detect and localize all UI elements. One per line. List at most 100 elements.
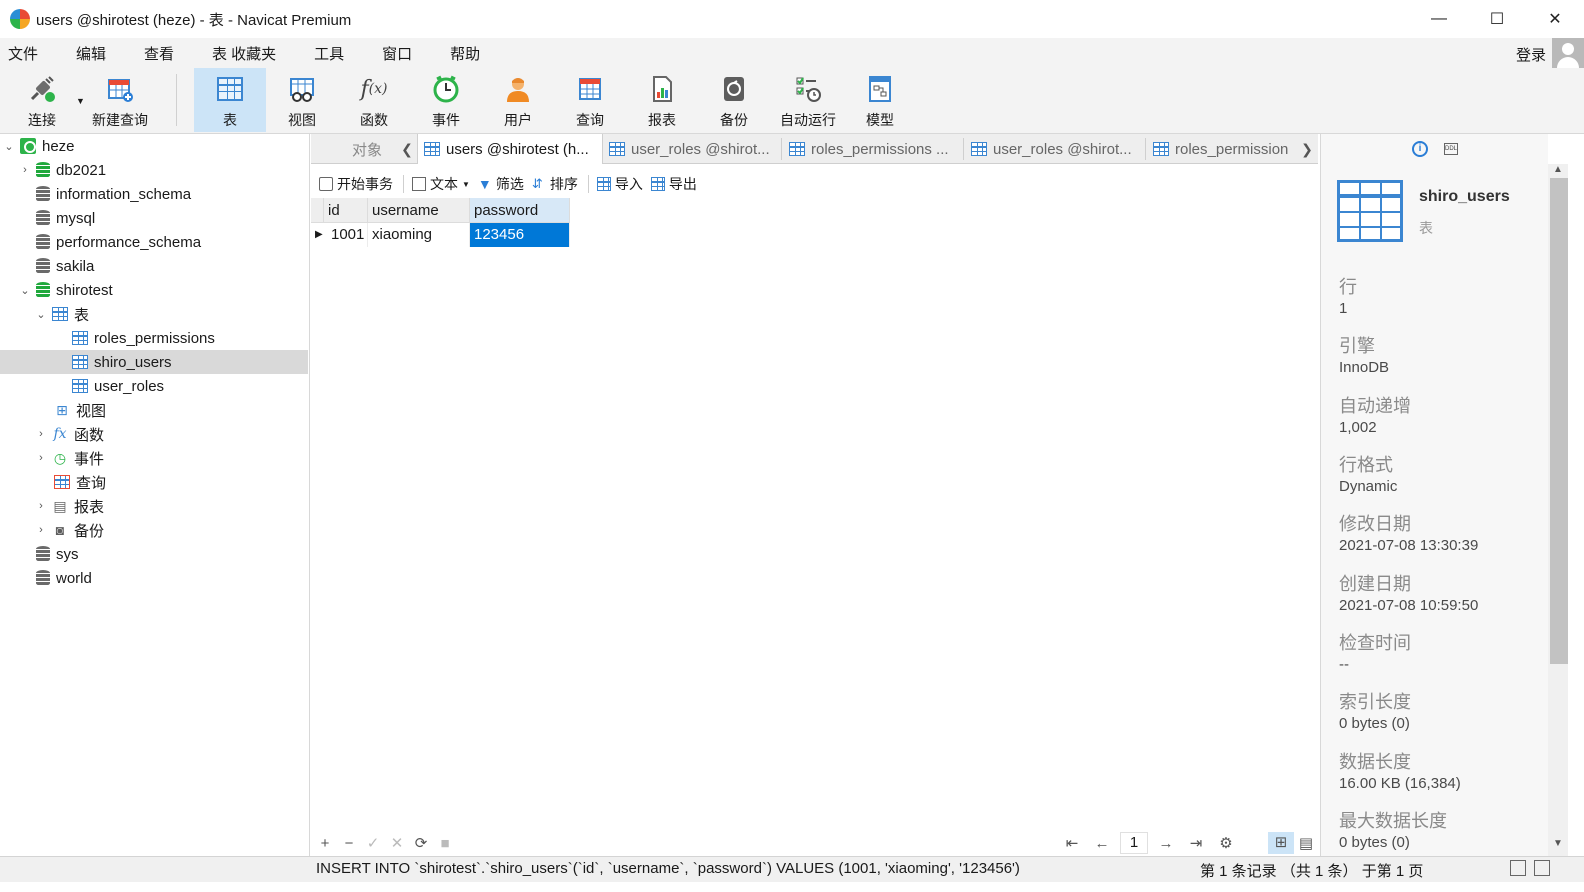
maximize-button[interactable]: ☐ <box>1468 0 1526 38</box>
function-button[interactable]: f (x) 函数 <box>338 68 410 132</box>
tab-label: users @shirotest (h... <box>446 140 589 158</box>
tree-db-performance-schema[interactable]: performance_schema <box>0 230 308 254</box>
tree-folder-queries[interactable]: 查询 <box>0 470 308 494</box>
user-avatar-icon[interactable] <box>1552 38 1584 70</box>
new-query-button[interactable]: 新建查询 <box>84 68 156 132</box>
tree-table-roles-permissions[interactable]: roles_permissions <box>0 326 308 350</box>
filter-button[interactable]: ▼ 筛选 <box>478 174 524 194</box>
menu-table[interactable]: 表 <box>204 43 231 64</box>
menu-tools[interactable]: 工具 <box>306 43 356 64</box>
chevron-up-icon[interactable]: ▲ <box>1548 164 1568 178</box>
tree-db-shirotest[interactable]: ⌄ shirotest <box>0 278 308 302</box>
sort-button[interactable]: ⇵ 排序 <box>532 174 578 194</box>
chevron-down-icon[interactable]: ⌄ <box>2 140 16 153</box>
tree-folder-reports[interactable]: › ▤ 报表 <box>0 494 308 518</box>
refresh-button[interactable]: ⟳ <box>409 834 433 852</box>
tree-table-shiro-users[interactable]: shiro_users <box>0 350 308 374</box>
event-label: 事件 <box>432 112 460 128</box>
add-record-button[interactable]: + <box>313 835 337 852</box>
view-label: 视图 <box>288 112 316 128</box>
panel-layout-icon[interactable] <box>1510 860 1526 876</box>
chevron-down-icon[interactable]: ▼ <box>1548 838 1568 852</box>
form-view-icon[interactable]: ▤ <box>1294 834 1318 852</box>
cell-username[interactable]: xiaoming <box>368 223 470 247</box>
tab-objects[interactable]: 对象 <box>339 134 395 164</box>
settings-gear-icon[interactable]: ⚙ <box>1214 834 1238 852</box>
user-button[interactable]: 用户 <box>482 68 554 132</box>
menu-help[interactable]: 帮助 <box>442 43 492 64</box>
tab-roles-permissions[interactable]: roles_permissions ... <box>783 134 963 164</box>
menu-view[interactable]: 查看 <box>136 43 186 64</box>
automation-button[interactable]: 自动运行 <box>772 68 844 132</box>
first-page-button[interactable]: ⇤ <box>1060 834 1084 852</box>
tree-folder-functions[interactable]: › fx 函数 <box>0 422 308 446</box>
info-icon[interactable]: i <box>1412 141 1428 157</box>
chevron-down-icon[interactable]: ⌄ <box>34 308 48 321</box>
menu-edit[interactable]: 编辑 <box>68 43 118 64</box>
text-button[interactable]: 文本 ▼ <box>412 174 470 194</box>
scrollbar-thumb[interactable] <box>1550 178 1568 664</box>
view-icon <box>287 74 317 104</box>
tree-db-db2021[interactable]: › db2021 <box>0 158 308 182</box>
apply-changes-button[interactable]: ✓ <box>361 834 385 852</box>
chevron-down-icon[interactable]: ⌄ <box>18 284 32 297</box>
grid-view-icon[interactable]: ⊞ <box>1268 832 1294 854</box>
discard-changes-button[interactable]: ✕ <box>385 834 409 852</box>
close-button[interactable]: ✕ <box>1526 0 1584 38</box>
previous-page-button[interactable]: ← <box>1090 835 1114 852</box>
model-button[interactable]: 模型 <box>844 68 916 132</box>
minimize-button[interactable]: — <box>1410 0 1468 38</box>
tree-db-mysql[interactable]: mysql <box>0 206 308 230</box>
report-button[interactable]: 报表 <box>626 68 698 132</box>
chevron-right-icon[interactable]: › <box>34 428 48 440</box>
status-record-count: 第 1 条记录 （共 1 条） 于第 1 页 <box>1200 863 1424 880</box>
stop-button[interactable]: ■ <box>433 835 457 852</box>
tree-db-sys[interactable]: sys <box>0 542 308 566</box>
chevron-right-icon[interactable]: › <box>34 452 48 464</box>
chevron-right-icon[interactable]: › <box>34 524 48 536</box>
chevron-right-icon[interactable]: › <box>34 500 48 512</box>
cell-password[interactable]: 123456 <box>470 223 570 247</box>
chevron-left-icon[interactable]: ❮ <box>399 134 415 164</box>
backup-button[interactable]: 备份 <box>698 68 770 132</box>
panel-layout-icon[interactable] <box>1534 860 1550 876</box>
tree-db-information-schema[interactable]: information_schema <box>0 182 308 206</box>
cell-id[interactable]: 1001 <box>327 223 368 247</box>
last-page-button[interactable]: ⇥ <box>1184 834 1208 852</box>
tree-folder-tables[interactable]: ⌄ 表 <box>0 302 308 326</box>
menu-favorites[interactable]: 收藏夹 <box>231 43 288 64</box>
menu-file[interactable]: 文件 <box>0 43 50 64</box>
tree-folder-views[interactable]: ⊞ 视图 <box>0 398 308 422</box>
tree-table-user-roles[interactable]: user_roles <box>0 374 308 398</box>
page-number-input[interactable]: 1 <box>1120 832 1148 854</box>
tree-db-world[interactable]: world <box>0 566 308 590</box>
column-header-id[interactable]: id <box>324 198 368 223</box>
tab-users-shirotest[interactable]: users @shirotest (h... <box>417 134 603 164</box>
column-header-username[interactable]: username <box>368 198 470 223</box>
column-header-password[interactable]: password <box>470 198 570 223</box>
tab-roles-permissions-2[interactable]: roles_permission <box>1147 134 1297 164</box>
query-button[interactable]: 查询 <box>554 68 626 132</box>
login-link[interactable]: 登录 <box>1516 44 1546 65</box>
chevron-right-icon[interactable]: ❯ <box>1299 134 1315 164</box>
menu-window[interactable]: 窗口 <box>374 43 424 64</box>
tree-db-sakila[interactable]: sakila <box>0 254 308 278</box>
tree-folder-events[interactable]: › ◷ 事件 <box>0 446 308 470</box>
info-panel-scrollbar[interactable]: ▲ ▼ <box>1548 164 1568 856</box>
chevron-right-icon[interactable]: › <box>18 164 32 176</box>
event-button[interactable]: 事件 <box>410 68 482 132</box>
table-button[interactable]: 表 <box>194 68 266 132</box>
tree-connection-heze[interactable]: ⌄ heze <box>0 134 308 158</box>
ddl-icon[interactable]: DDL <box>1444 143 1458 155</box>
connect-button[interactable]: 连接 <box>6 68 78 132</box>
export-button[interactable]: 导出 <box>650 174 697 194</box>
tab-user-roles[interactable]: user_roles @shirot... <box>603 134 781 164</box>
tab-user-roles-2[interactable]: user_roles @shirot... <box>965 134 1145 164</box>
next-page-button[interactable]: → <box>1154 835 1178 852</box>
tree-folder-backups[interactable]: › ◙ 备份 <box>0 518 308 542</box>
begin-transaction-button[interactable]: 开始事务 <box>319 174 393 194</box>
view-button[interactable]: 视图 <box>266 68 338 132</box>
delete-record-button[interactable]: − <box>337 835 361 852</box>
table-icon <box>72 379 88 393</box>
import-button[interactable]: 导入 <box>596 174 643 194</box>
